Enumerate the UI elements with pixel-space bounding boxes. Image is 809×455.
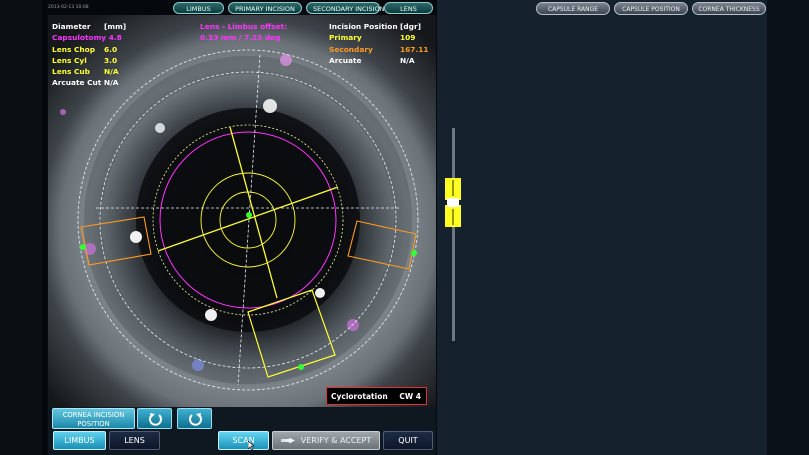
verify-accept-button[interactable]: VERIFY & ACCEPT	[272, 431, 380, 450]
secondary-label: Secondary	[329, 44, 373, 54]
right-edge-panel	[767, 0, 809, 455]
offset-panel: Lens - Limbus offset: 0.33 mm / 7.23 deg	[200, 21, 287, 44]
cyclorotation-label: Cyclorotation	[331, 391, 388, 401]
capsulotomy-label: Capsulotomy	[52, 33, 107, 43]
tab-lens[interactable]: LENS	[384, 2, 433, 14]
lens-button[interactable]: LENS	[109, 431, 160, 450]
arrow-right-icon	[280, 437, 295, 444]
offset-label: Lens - Limbus offset:	[200, 22, 288, 31]
tab-capsule-range[interactable]: CAPSULE RANGE	[536, 2, 610, 15]
lens-cub-value: N/A	[104, 67, 119, 77]
lens-cyl-value: 3.0	[104, 55, 118, 65]
tab-primary-incision[interactable]: PRIMARY INCISION	[228, 2, 302, 14]
cyclorotation-box: Cyclorotation CW 4	[326, 387, 427, 405]
incision-position-unit: [dgr]	[400, 22, 421, 31]
cornea-incision-position-button[interactable]: CORNEA INCISION POSITION	[52, 408, 135, 429]
limbus-button[interactable]: LIMBUS	[53, 431, 106, 450]
incision-panel: Incision Position [dgr] Primary 109 Second…	[329, 21, 429, 66]
incision-position-label: Incision Position	[329, 22, 398, 31]
lens-cub-label: Lens Cub	[52, 67, 90, 77]
eye-image-view[interactable]: Diameter [mm] Capsulotomy 4.8 Lens Chop 6.…	[48, 15, 436, 407]
cornea-button-line1: CORNEA INCISION	[62, 411, 125, 419]
cornea-button-line2: POSITION	[77, 419, 110, 428]
rotate-cw-button[interactable]	[177, 408, 212, 429]
offset-value: 0.33 mm / 7.23 deg	[200, 33, 281, 43]
timestamp: 2013-02-13 10:08	[48, 5, 89, 10]
primary-label: Primary	[329, 33, 362, 43]
secondary-value: 167.11	[400, 44, 429, 54]
diameter-label: Diameter	[52, 22, 91, 31]
diameter-panel: Diameter [mm] Capsulotomy 4.8 Lens Chop 6.…	[52, 21, 126, 89]
arcuate-value: N/A	[400, 55, 415, 65]
cyclorotation-value: CW 4	[399, 391, 421, 401]
diameter-unit: [mm]	[104, 22, 127, 31]
capsulotomy-value: 4.8	[108, 33, 122, 43]
scan-button[interactable]: SCAN	[218, 431, 269, 451]
left-sidebar	[0, 0, 42, 455]
lens-chop-value: 6.0	[104, 44, 118, 54]
lens-chop-label: Lens Chop	[52, 44, 96, 54]
arcuate-cut-value: N/A	[103, 78, 119, 88]
arcuate-cut-label: Arcuate Cut	[52, 78, 102, 88]
tab-secondary-incision[interactable]: SECONDARY INCISION	[306, 2, 384, 14]
tab-capsule-position[interactable]: CAPSULE POSITION	[614, 2, 688, 15]
lens-cyl-label: Lens Cyl	[52, 55, 87, 65]
primary-value: 109	[400, 33, 416, 43]
tab-cornea-thickness[interactable]: CORNEA THICKNESS	[692, 2, 766, 15]
slider-handle[interactable]	[445, 178, 461, 227]
quit-button[interactable]: QUIT	[383, 431, 433, 450]
verify-label: VERIFY & ACCEPT	[300, 436, 372, 445]
rotate-ccw-icon	[149, 413, 162, 426]
right-panel	[437, 0, 767, 455]
right-tab-bar: CAPSULE RANGE CAPSULE POSITION CORNEA TH…	[536, 2, 766, 15]
top-tab-bar: LIMBUS PRIMARY INCISION SECONDARY INCISI…	[173, 2, 433, 14]
slider-track[interactable]	[452, 128, 455, 341]
tab-limbus[interactable]: LIMBUS	[173, 2, 224, 14]
rotate-cw-icon	[189, 413, 202, 426]
cursor-icon	[248, 441, 255, 451]
arcuate-label: Arcuate	[329, 55, 362, 65]
rotate-ccw-button[interactable]	[137, 408, 172, 429]
